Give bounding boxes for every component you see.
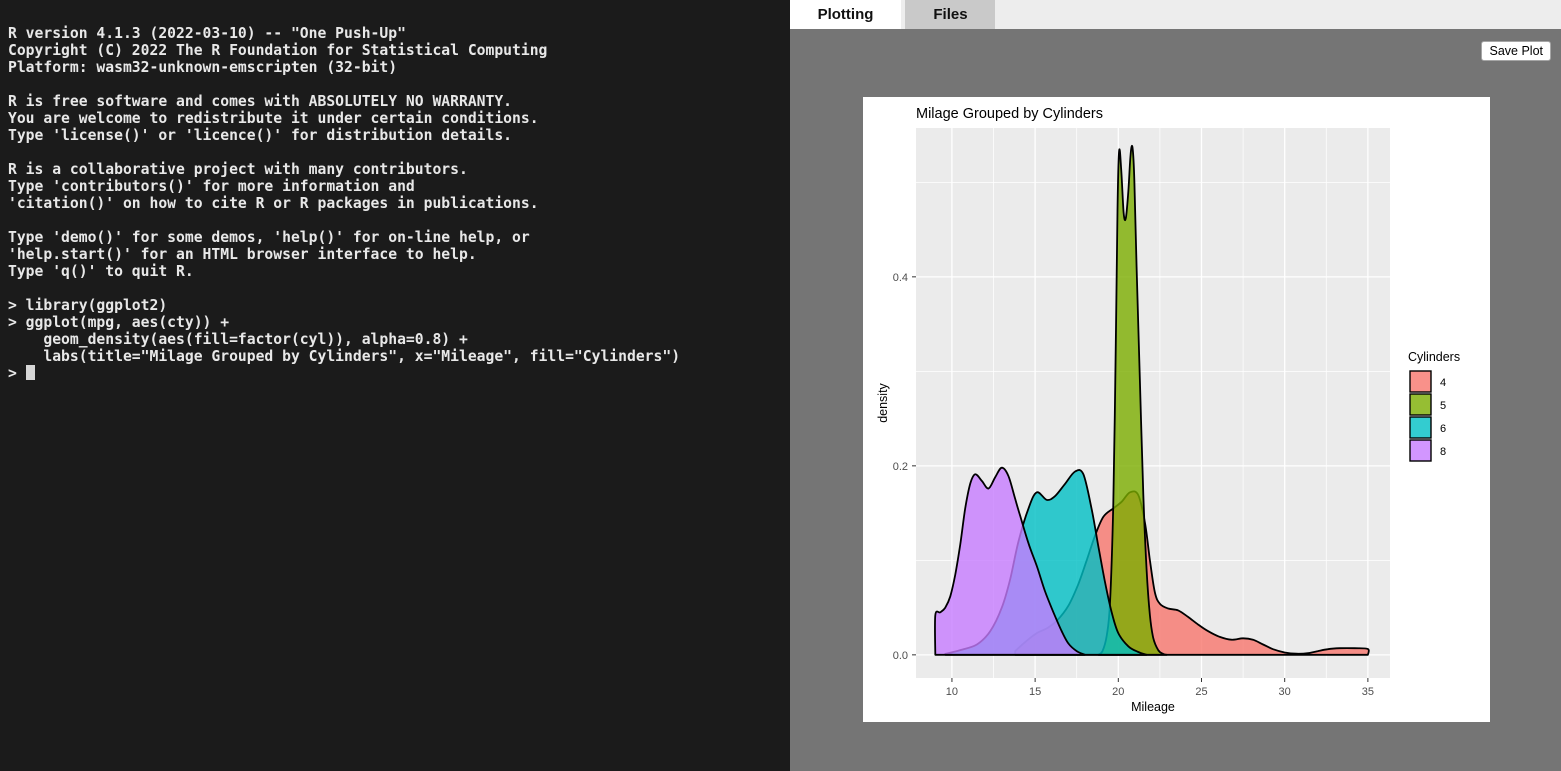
r-console[interactable]: R version 4.1.3 (2022-03-10) -- "One Pus… (0, 0, 790, 771)
legend-key-6 (1410, 417, 1431, 438)
console-line: R version 4.1.3 (2022-03-10) -- "One Pus… (8, 25, 790, 42)
save-plot-button[interactable]: Save Plot (1481, 41, 1551, 61)
legend-label: 8 (1440, 446, 1446, 458)
console-line (8, 280, 790, 297)
plot-title: Milage Grouped by Cylinders (916, 106, 1103, 122)
console-line: Type 'demo()' for some demos, 'help()' f… (8, 229, 790, 246)
console-line: Type 'license()' or 'licence()' for dist… (8, 127, 790, 144)
console-line: Type 'contributors()' for more informati… (8, 178, 790, 195)
legend-label: 4 (1440, 377, 1446, 389)
console-line: Type 'q()' to quit R. (8, 263, 790, 280)
y-tick-label: 0.4 (893, 272, 908, 284)
console-line (8, 144, 790, 161)
y-tick-label: 0.0 (893, 650, 908, 662)
terminal-cursor (26, 365, 35, 380)
console-line: Copyright (C) 2022 The R Foundation for … (8, 42, 790, 59)
console-line: R is free software and comes with ABSOLU… (8, 93, 790, 110)
console-line: > library(ggplot2) (8, 297, 790, 314)
x-tick-label: 20 (1112, 686, 1124, 698)
console-line: R is a collaborative project with many c… (8, 161, 790, 178)
y-tick-label: 0.2 (893, 461, 908, 473)
console-line: 'help.start()' for an HTML browser inter… (8, 246, 790, 263)
legend-title: Cylinders (1408, 350, 1460, 364)
right-pane: Plotting Files Save Plot 10 15 20 25 30 35 0.0… (790, 0, 1561, 771)
console-line: Platform: wasm32-unknown-emscripten (32-… (8, 59, 790, 76)
console-prompt-line: > (8, 365, 790, 382)
x-axis-title: Mileage (1131, 700, 1175, 714)
legend-label: 5 (1440, 400, 1446, 412)
tab-files[interactable]: Files (905, 0, 995, 29)
console-line: You are welcome to redistribute it under… (8, 110, 790, 127)
plot-area: Save Plot 10 15 20 25 30 35 0.0 0.2 0.4 4 5 6 8 Mila… (790, 29, 1561, 771)
y-axis-title: density (876, 383, 890, 423)
x-tick-label: 25 (1195, 686, 1207, 698)
x-tick-label: 30 (1279, 686, 1291, 698)
console-line: > ggplot(mpg, aes(cty)) + (8, 314, 790, 331)
x-tick-label: 35 (1362, 686, 1374, 698)
plot-card: 10 15 20 25 30 35 0.0 0.2 0.4 4 5 6 8 Milage Grouped… (863, 97, 1490, 722)
console-line: geom_density(aes(fill=factor(cyl)), alph… (8, 331, 790, 348)
app-root: R version 4.1.3 (2022-03-10) -- "One Pus… (0, 0, 1561, 771)
density-chart: 10 15 20 25 30 35 0.0 0.2 0.4 4 5 6 8 (863, 97, 1490, 722)
legend-key-5 (1410, 394, 1431, 415)
console-line: 'citation()' on how to cite R or R packa… (8, 195, 790, 212)
x-tick-label: 15 (1029, 686, 1041, 698)
legend-key-4 (1410, 371, 1431, 392)
x-tick-label: 10 (946, 686, 958, 698)
tab-plotting[interactable]: Plotting (790, 0, 901, 29)
console-line: labs(title="Milage Grouped by Cylinders"… (8, 348, 790, 365)
legend-key-8 (1410, 440, 1431, 461)
console-line (8, 76, 790, 93)
legend-label: 6 (1440, 423, 1446, 435)
console-line (8, 212, 790, 229)
tab-bar: Plotting Files (790, 0, 1561, 29)
